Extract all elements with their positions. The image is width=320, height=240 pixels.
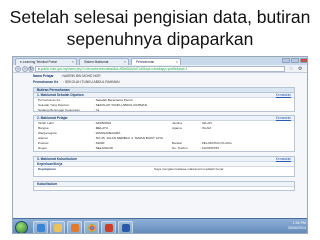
- word-icon: [122, 224, 130, 232]
- table-row: Sedang Menunggu Keputusan : Ya: [34, 108, 294, 113]
- window-controls: [282, 58, 307, 63]
- bookmark-star-icon[interactable]: ☆: [289, 66, 293, 72]
- close-window-button[interactable]: [300, 58, 307, 63]
- label: Permohonan Ke: [33, 80, 59, 84]
- slide-title-line2: sepenuhnya dipaparkan: [66, 29, 254, 49]
- wrench-icon[interactable]: ⚙: [298, 66, 302, 72]
- requirement-title: Keperluan/Kerja: [37, 162, 63, 166]
- tab-label: Permohonan: [136, 60, 155, 64]
- section-title: Butiran Permohonan: [37, 88, 70, 92]
- address-bar: ‹ › ↻ e-public.mtm.gov.my/index.php?r=id…: [13, 65, 307, 73]
- label: Nama Pelajar: [33, 74, 54, 78]
- bottom-title: Kokurikulum: [37, 182, 58, 186]
- cocurriculum-title: 3. Maklumat Kokurikulum: [37, 157, 77, 161]
- row-value: : Ya: [94, 108, 100, 112]
- taskbar: 1:44 PM 28/06/2014: [13, 218, 307, 233]
- browser-tab-2[interactable]: Sistem Maklumat ×: [79, 58, 129, 65]
- row-value-2: : 0123456789: [200, 146, 219, 150]
- tab-label: e-Learning Teknikal Portal: [20, 60, 57, 64]
- value: : SEKOLAH TUNKU ABDUL RAHMAN: [63, 80, 120, 84]
- row-label: Sedang Menunggu Keputusan: [38, 108, 80, 112]
- folder-icon: [54, 224, 62, 232]
- back-icon[interactable]: ‹: [15, 66, 21, 72]
- taskbar-app-office[interactable]: [101, 221, 116, 233]
- taskbar-app-media[interactable]: [67, 221, 82, 233]
- slide-title: Setelah selesai pengisian data, butiran …: [0, 0, 320, 56]
- page-content: Nama Pelajar : NASRIN BIN MOHD NOR Permo…: [13, 73, 307, 218]
- application-to-row: Permohonan Ke : SEKOLAH TUNKU ABDUL RAHM…: [33, 80, 120, 84]
- maximize-button[interactable]: [291, 58, 299, 63]
- browser-tab-3[interactable]: Permohonan ×: [131, 58, 181, 65]
- ie-icon: [37, 224, 45, 232]
- clock-date: 28/06/2014: [288, 226, 306, 230]
- table-row: Negeri : SELANGOR No. Telefon : 01234567…: [34, 146, 294, 151]
- taskbar-app-word[interactable]: [118, 221, 133, 233]
- system-tray-clock[interactable]: 1:44 PM 28/06/2014: [288, 221, 306, 231]
- panel-student: 2. Maklumat Pelajar Kemaskini Tarikh Lah…: [33, 115, 295, 152]
- student-name-row: Nama Pelajar : NASRIN BIN MOHD NOR: [33, 74, 101, 78]
- office-icon: [105, 224, 113, 232]
- row-label: Kepimpinan: [38, 167, 56, 171]
- screenshot: e-Learning Teknikal Portal × Sistem Makl…: [12, 56, 308, 234]
- table-row: Kepimpinan Saya mengaku bahawa maklumat …: [34, 167, 294, 172]
- bottom-subheader: Kokurikulum: [34, 182, 294, 187]
- browser-tab-bar: e-Learning Teknikal Portal × Sistem Makl…: [13, 57, 307, 65]
- taskbar-app-chrome[interactable]: [84, 221, 99, 233]
- row-label: Negeri: [38, 146, 48, 150]
- row-value: : SELANGOR: [94, 146, 113, 150]
- url-text: public.mtm.gov.my/index.php?r=idnumberin…: [40, 67, 188, 71]
- chrome-icon: [88, 224, 96, 232]
- slide-title-line1: Setelah selesai pengisian data, butiran: [9, 7, 311, 27]
- tab-label: Sistem Maklumat: [84, 60, 109, 64]
- panel-cocurriculum: 3. Maklumat Kokurikulum Kemaskini Keperl…: [33, 156, 295, 177]
- panel-bottom: Kokurikulum: [33, 181, 295, 191]
- row-label-2: No. Telefon: [172, 146, 188, 150]
- value: : NASRIN BIN MOHD NOR: [60, 74, 101, 78]
- url-input[interactable]: e-public.mtm.gov.my/index.php?r=idnumber…: [35, 66, 285, 72]
- taskbar-app-folder[interactable]: [50, 221, 65, 233]
- media-icon: [71, 224, 79, 232]
- taskbar-app-ie[interactable]: [33, 221, 48, 233]
- row-note: Saya mengaku bahawa maklumat ini adalah …: [154, 167, 224, 171]
- start-button[interactable]: [15, 221, 28, 233]
- panel-school: Butiran Permohonan 1. Maklumat Sekolah D…: [33, 87, 295, 112]
- school-title: 1. Maklumat Sekolah Dipohon: [37, 93, 84, 97]
- student-title: 2. Maklumat Pelajar: [37, 116, 68, 120]
- minimize-button[interactable]: [282, 58, 290, 63]
- reload-icon[interactable]: ↻: [28, 66, 34, 72]
- browser-tab-1[interactable]: e-Learning Teknikal Portal ×: [15, 58, 77, 65]
